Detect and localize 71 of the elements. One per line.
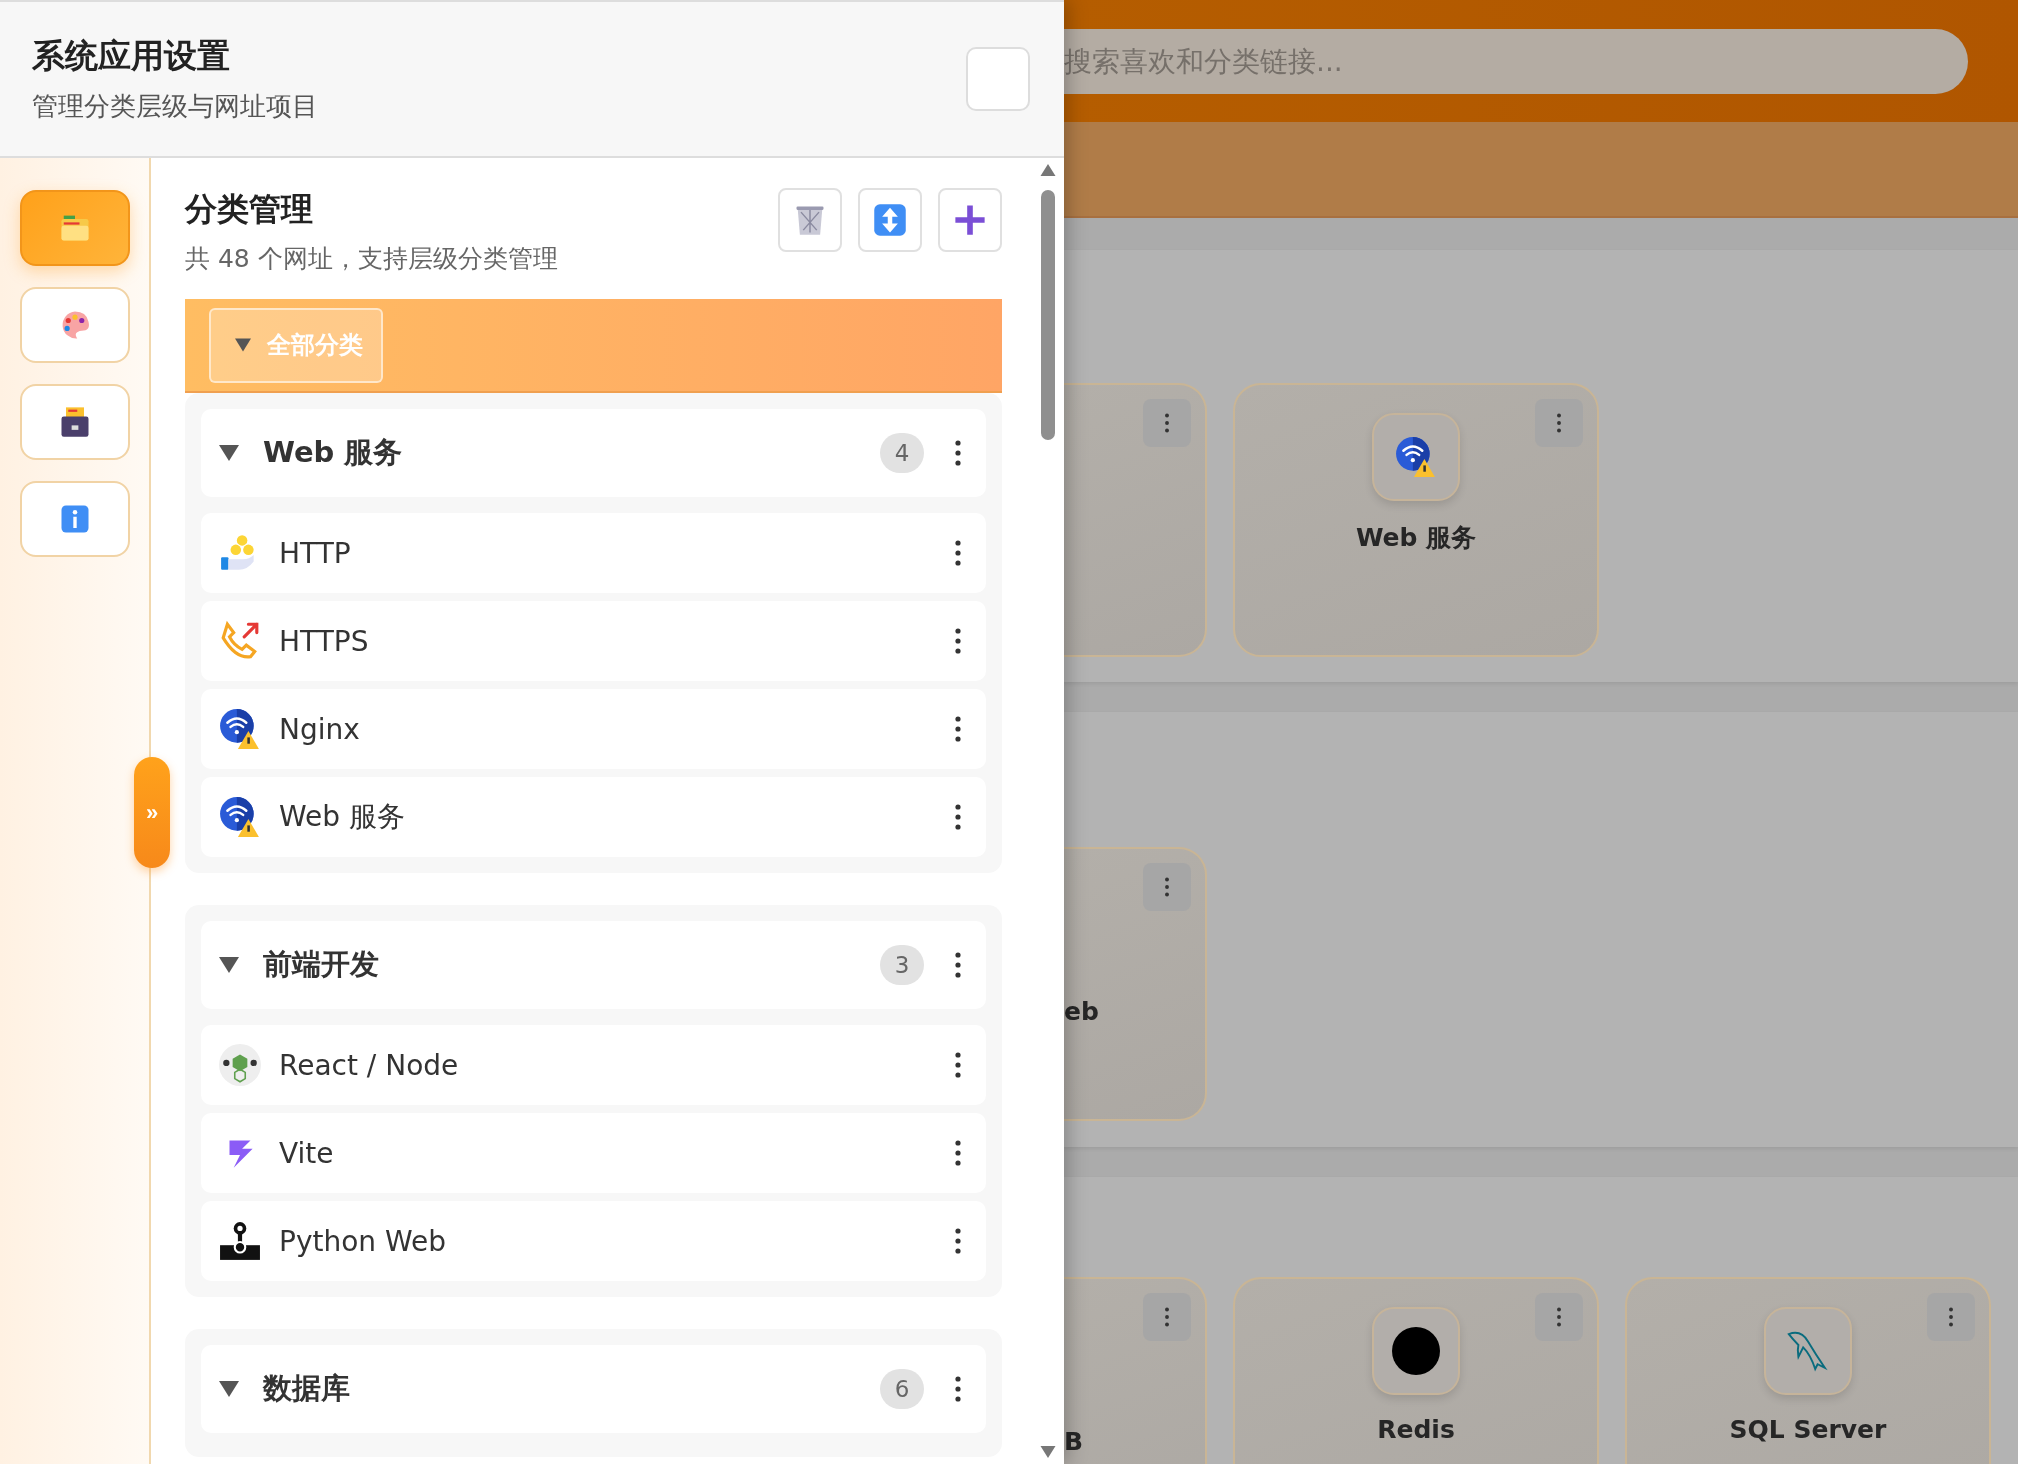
link-item[interactable]: Python Web [201,1201,986,1281]
more-icon[interactable] [1164,412,1170,434]
app-card[interactable]: SQL Server [1625,1277,1991,1464]
pin-box-icon [219,1220,261,1262]
scroll-down-icon[interactable] [1040,1446,1056,1458]
panel-title: 系统应用设置 [32,35,231,77]
link-item[interactable]: HTTP [201,513,986,593]
search-field[interactable]: 搜索喜欢和分类链接... [1064,28,1968,94]
link-name: React / Node [279,1048,460,1082]
caret-icon[interactable] [219,443,239,463]
sidebar-tab[interactable] [20,384,130,460]
category-header[interactable]: 前端开发 3 [201,921,986,1009]
section-title: 分类管理 [185,189,314,230]
scroll-thumb[interactable] [1041,190,1055,440]
link-item[interactable]: Web 服务 [201,777,986,857]
link-name: HTTPS [279,624,370,658]
more-icon[interactable] [954,1051,962,1079]
link-name: HTTP [279,536,352,570]
app-name: Web 服务 [1355,522,1477,554]
round-logo-icon [1392,1327,1440,1375]
app-card[interactable]: Web 服务 [1233,383,1599,657]
more-icon[interactable] [954,951,962,979]
wifi-warning-icon [219,796,261,838]
caret-icon[interactable] [219,1379,239,1399]
app-name: Redis [1377,1415,1455,1444]
category-name: Web 服务 [263,434,404,471]
count-badge: 3 [880,945,924,985]
category-name: 数据库 [263,1370,351,1407]
section-subtitle: 共 48 个网址，支持层级分类管理 [185,243,558,275]
app-card[interactable]: Redis [1233,1277,1599,1464]
more-icon[interactable] [1164,876,1170,898]
caret-icon[interactable] [219,955,239,975]
link-name: Nginx [279,712,361,746]
category-name: 前端开发 [263,946,380,983]
hexagon-logo-icon [219,1044,261,1086]
more-icon[interactable] [954,1139,962,1167]
app-card[interactable]: eb [1064,847,1207,1121]
more-icon[interactable] [1948,1306,1954,1328]
add-button[interactable] [938,188,1002,252]
more-icon[interactable] [954,1227,962,1255]
scroll-up-icon[interactable] [1040,164,1056,176]
more-icon[interactable] [954,539,962,567]
app-card[interactable]: B [1064,1277,1207,1464]
link-item[interactable]: Vite [201,1113,986,1193]
count-badge: 4 [880,433,924,473]
more-icon[interactable] [1556,1306,1562,1328]
delete-button[interactable] [778,188,842,252]
link-name: Web 服务 [279,799,406,835]
app-name: B [1064,1427,1084,1456]
expand-collapse-button[interactable] [858,188,922,252]
link-item[interactable]: Nginx [201,689,986,769]
category-header[interactable]: Web 服务 4 [201,409,986,497]
more-icon[interactable] [954,803,962,831]
plus-icon [952,202,988,238]
link-name: Python Web [279,1224,447,1258]
more-icon[interactable] [954,439,962,467]
link-name: Vite [279,1136,335,1170]
more-icon[interactable] [1556,412,1562,434]
wifi-warning-icon [1395,436,1437,478]
more-icon[interactable] [954,627,962,655]
app-name: SQL Server [1729,1415,1887,1444]
category-header[interactable]: 数据库 6 [201,1345,986,1433]
panel-subtitle: 管理分类层级与网址项目 [32,90,318,123]
app-name: eb [1064,997,1099,1026]
more-icon[interactable] [1164,1306,1170,1328]
link-item[interactable]: React / Node [201,1025,986,1105]
count-badge: 6 [880,1369,924,1409]
wifi-warning-icon [219,708,261,750]
more-icon[interactable] [954,1375,962,1403]
more-icon[interactable] [954,715,962,743]
link-item[interactable]: HTTPS [201,601,986,681]
